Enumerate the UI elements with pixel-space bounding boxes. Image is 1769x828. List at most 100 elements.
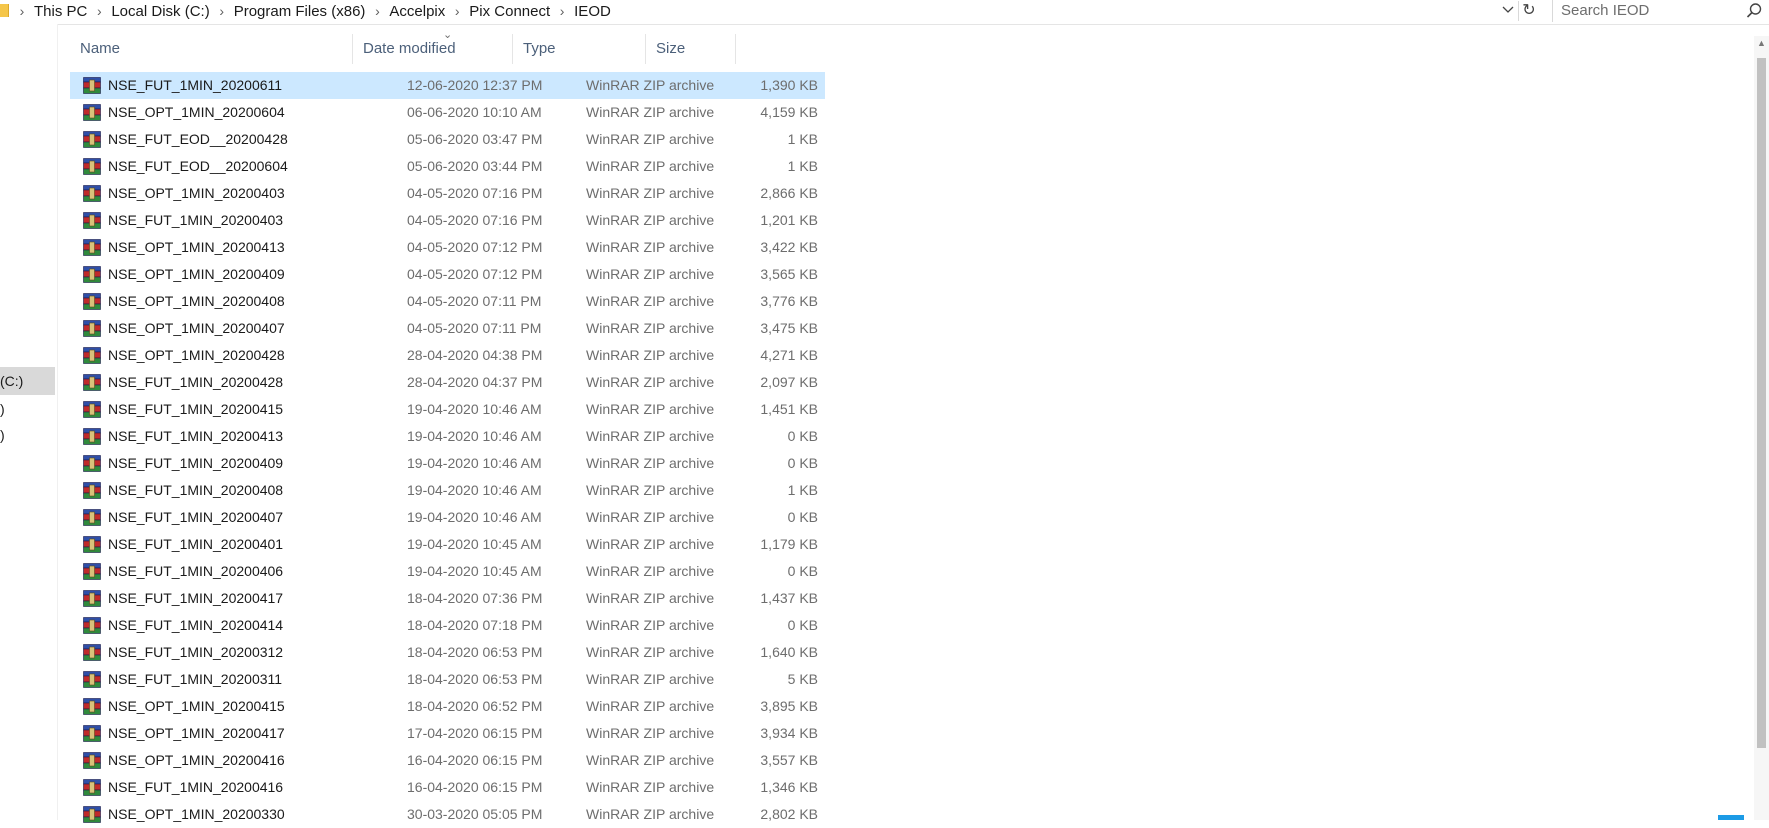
file-type: WinRAR ZIP archive: [586, 509, 715, 525]
file-name[interactable]: NSE_OPT_1MIN_20200409: [108, 261, 285, 288]
file-name[interactable]: NSE_FUT_1MIN_20200416: [108, 774, 283, 801]
file-date-modified: 17-04-2020 06:15 PM: [407, 725, 543, 741]
file-row[interactable]: NSE_FUT_1MIN_20200403 04-05-2020 07:16 PM…: [70, 207, 825, 234]
file-date-modified: 18-04-2020 07:18 PM: [407, 617, 543, 633]
file-name[interactable]: NSE_OPT_1MIN_20200407: [108, 315, 285, 342]
breadcrumb-this-pc[interactable]: This PC: [34, 3, 87, 20]
column-header-type[interactable]: Type: [513, 26, 646, 72]
file-date-modified: 12-06-2020 12:37 PM: [407, 77, 543, 93]
file-row[interactable]: NSE_OPT_1MIN_20200428 28-04-2020 04:38 PM…: [70, 342, 825, 369]
winrar-archive-icon: [83, 77, 101, 94]
search-icon[interactable]: [1745, 2, 1763, 20]
search-input[interactable]: [1561, 0, 1741, 20]
file-row[interactable]: NSE_FUT_1MIN_20200406 19-04-2020 10:45 AM…: [70, 558, 825, 585]
file-row[interactable]: NSE_OPT_1MIN_20200604 06-06-2020 10:10 AM…: [70, 99, 825, 126]
file-row[interactable]: NSE_FUT_1MIN_20200415 19-04-2020 10:46 AM…: [70, 396, 825, 423]
view-toggle-button[interactable]: [1718, 815, 1744, 820]
chevron-right-icon[interactable]: ›: [365, 3, 389, 19]
file-row[interactable]: NSE_OPT_1MIN_20200417 17-04-2020 06:15 PM…: [70, 720, 825, 747]
file-name[interactable]: NSE_FUT_1MIN_20200311: [108, 666, 282, 693]
file-row[interactable]: NSE_FUT_1MIN_20200413 19-04-2020 10:46 AM…: [70, 423, 825, 450]
winrar-archive-icon: [83, 104, 101, 121]
file-name[interactable]: NSE_FUT_EOD__20200604: [108, 153, 288, 180]
file-row[interactable]: NSE_FUT_1MIN_20200408 19-04-2020 10:46 AM…: [70, 477, 825, 504]
winrar-archive-icon: [83, 185, 101, 202]
file-row[interactable]: NSE_OPT_1MIN_20200330 30-03-2020 05:05 PM…: [70, 801, 825, 828]
file-row[interactable]: NSE_FUT_1MIN_20200416 16-04-2020 06:15 PM…: [70, 774, 825, 801]
file-name[interactable]: NSE_OPT_1MIN_20200604: [108, 99, 285, 126]
file-name[interactable]: NSE_FUT_1MIN_20200611: [108, 72, 282, 99]
file-row[interactable]: NSE_OPT_1MIN_20200413 04-05-2020 07:12 PM…: [70, 234, 825, 261]
file-row[interactable]: NSE_OPT_1MIN_20200416 16-04-2020 06:15 PM…: [70, 747, 825, 774]
chevron-right-icon[interactable]: ›: [550, 3, 574, 19]
file-row[interactable]: NSE_OPT_1MIN_20200409 04-05-2020 07:12 PM…: [70, 261, 825, 288]
file-row[interactable]: NSE_FUT_1MIN_20200407 19-04-2020 10:46 AM…: [70, 504, 825, 531]
file-name[interactable]: NSE_OPT_1MIN_20200417: [108, 720, 285, 747]
file-row[interactable]: NSE_FUT_1MIN_20200611 12-06-2020 12:37 PM…: [70, 72, 825, 99]
column-header-date[interactable]: ⌄ Date modified: [353, 26, 513, 72]
breadcrumb-accelpix[interactable]: Accelpix: [389, 3, 445, 20]
file-row[interactable]: NSE_FUT_1MIN_20200414 18-04-2020 07:18 PM…: [70, 612, 825, 639]
file-row[interactable]: NSE_FUT_1MIN_20200401 19-04-2020 10:45 AM…: [70, 531, 825, 558]
file-row[interactable]: NSE_OPT_1MIN_20200408 04-05-2020 07:11 PM…: [70, 288, 825, 315]
file-name[interactable]: NSE_OPT_1MIN_20200330: [108, 801, 285, 828]
nav-item-local-disk[interactable]: (C:): [0, 367, 55, 395]
file-type: WinRAR ZIP archive: [586, 455, 715, 471]
file-name[interactable]: NSE_FUT_1MIN_20200403: [108, 207, 283, 234]
file-name[interactable]: NSE_FUT_1MIN_20200406: [108, 558, 283, 585]
file-row[interactable]: NSE_OPT_1MIN_20200407 04-05-2020 07:11 PM…: [70, 315, 825, 342]
file-row[interactable]: NSE_FUT_1MIN_20200409 19-04-2020 10:46 AM…: [70, 450, 825, 477]
column-header-name[interactable]: Name: [70, 26, 353, 72]
file-name[interactable]: NSE_FUT_1MIN_20200409: [108, 450, 283, 477]
file-row[interactable]: NSE_FUT_1MIN_20200312 18-04-2020 06:53 PM…: [70, 639, 825, 666]
file-type: WinRAR ZIP archive: [586, 212, 715, 228]
winrar-archive-icon: [83, 671, 101, 688]
nav-item-drive[interactable]: ): [0, 421, 55, 449]
file-name[interactable]: NSE_OPT_1MIN_20200416: [108, 747, 285, 774]
chevron-right-icon[interactable]: ›: [10, 3, 34, 19]
address-bar[interactable]: › This PC › Local Disk (C:) › Program Fi…: [0, 0, 1769, 25]
scroll-up-arrow-icon[interactable]: ▲: [1754, 36, 1769, 51]
file-name[interactable]: NSE_FUT_1MIN_20200401: [108, 531, 283, 558]
scrollbar-thumb[interactable]: [1757, 58, 1766, 748]
file-row[interactable]: NSE_OPT_1MIN_20200415 18-04-2020 06:52 PM…: [70, 693, 825, 720]
column-divider[interactable]: [735, 34, 736, 64]
file-name[interactable]: NSE_OPT_1MIN_20200413: [108, 234, 285, 261]
file-row[interactable]: NSE_FUT_1MIN_20200428 28-04-2020 04:37 PM…: [70, 369, 825, 396]
file-row[interactable]: NSE_FUT_1MIN_20200311 18-04-2020 06:53 PM…: [70, 666, 825, 693]
breadcrumb-pix-connect[interactable]: Pix Connect: [469, 3, 550, 20]
file-size: 0 KB: [787, 617, 818, 633]
refresh-icon[interactable]: ↻: [1518, 1, 1539, 21]
breadcrumb-ieod[interactable]: IEOD: [574, 3, 611, 20]
file-name[interactable]: NSE_FUT_1MIN_20200417: [108, 585, 283, 612]
file-date-modified: 18-04-2020 06:53 PM: [407, 644, 543, 660]
file-name[interactable]: NSE_FUT_1MIN_20200407: [108, 504, 283, 531]
file-name[interactable]: NSE_OPT_1MIN_20200415: [108, 693, 285, 720]
file-type: WinRAR ZIP archive: [586, 239, 715, 255]
nav-item-drive[interactable]: ): [0, 395, 55, 423]
file-name[interactable]: NSE_FUT_1MIN_20200408: [108, 477, 283, 504]
column-header-size[interactable]: Size: [646, 26, 736, 72]
file-row[interactable]: NSE_FUT_1MIN_20200417 18-04-2020 07:36 PM…: [70, 585, 825, 612]
file-name[interactable]: NSE_OPT_1MIN_20200408: [108, 288, 285, 315]
file-name[interactable]: NSE_FUT_1MIN_20200428: [108, 369, 283, 396]
file-name[interactable]: NSE_FUT_1MIN_20200414: [108, 612, 283, 639]
file-name[interactable]: NSE_FUT_1MIN_20200312: [108, 639, 283, 666]
breadcrumb-local-disk[interactable]: Local Disk (C:): [111, 3, 209, 20]
file-name[interactable]: NSE_FUT_1MIN_20200415: [108, 396, 283, 423]
file-name[interactable]: NSE_FUT_1MIN_20200413: [108, 423, 283, 450]
breadcrumb-program-files[interactable]: Program Files (x86): [234, 3, 366, 20]
winrar-archive-icon: [83, 455, 101, 472]
chevron-down-icon[interactable]: [1500, 0, 1516, 22]
chevron-right-icon[interactable]: ›: [87, 3, 111, 19]
file-type: WinRAR ZIP archive: [586, 320, 715, 336]
chevron-right-icon[interactable]: ›: [210, 3, 234, 19]
search-box[interactable]: [1552, 0, 1769, 22]
vertical-scrollbar[interactable]: ▲: [1754, 36, 1769, 820]
file-name[interactable]: NSE_FUT_EOD__20200428: [108, 126, 288, 153]
file-name[interactable]: NSE_OPT_1MIN_20200428: [108, 342, 285, 369]
file-row[interactable]: NSE_OPT_1MIN_20200403 04-05-2020 07:16 PM…: [70, 180, 825, 207]
file-row[interactable]: NSE_FUT_EOD__20200428 05-06-2020 03:47 PM…: [70, 126, 825, 153]
file-row[interactable]: NSE_FUT_EOD__20200604 05-06-2020 03:44 PM…: [70, 153, 825, 180]
file-name[interactable]: NSE_OPT_1MIN_20200403: [108, 180, 285, 207]
